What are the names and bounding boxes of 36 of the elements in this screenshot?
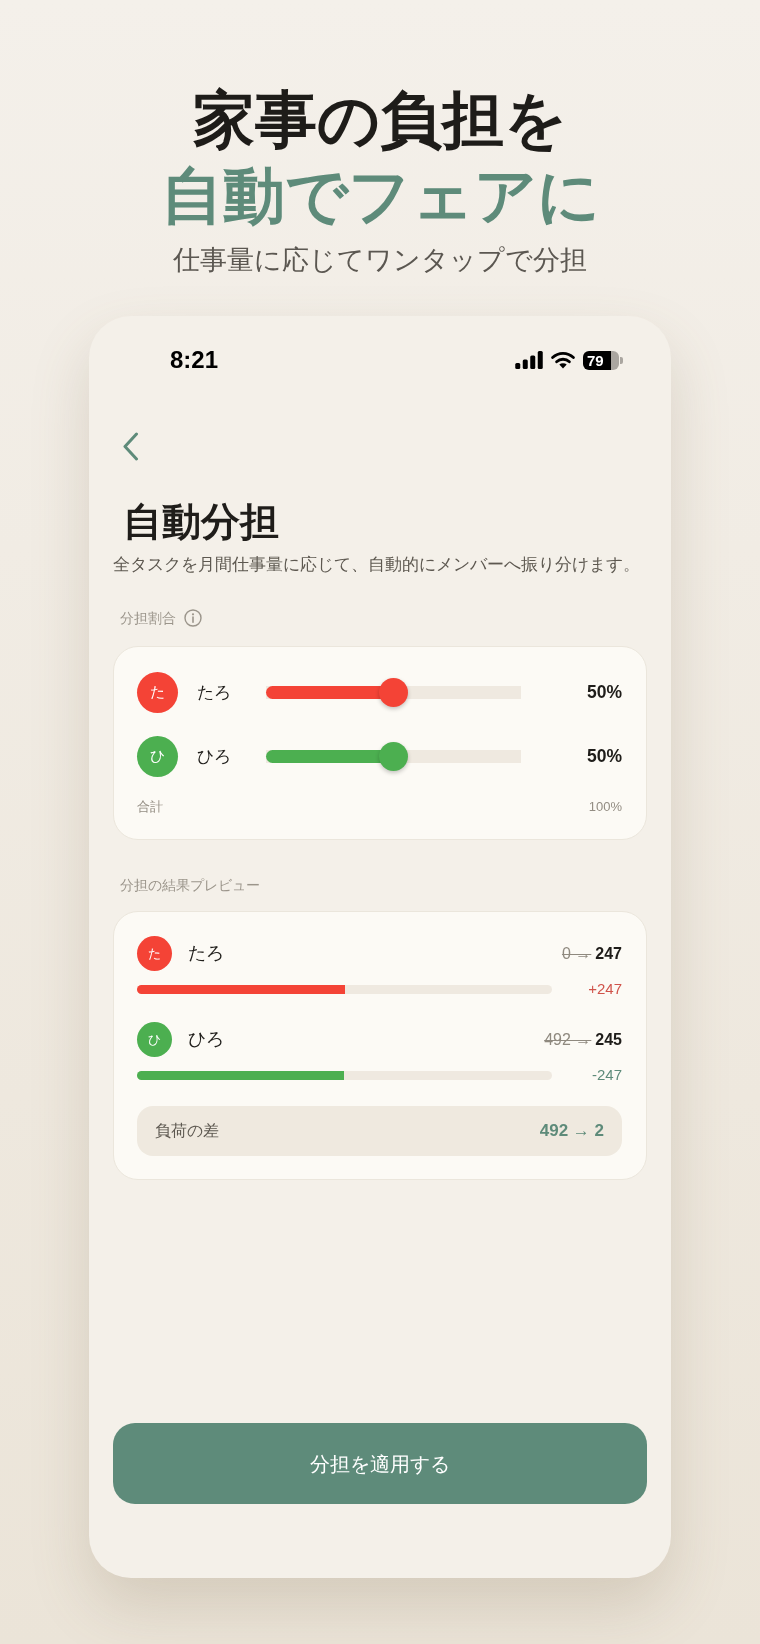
member-name: たろ bbox=[188, 942, 224, 965]
section-label: 分担割合 bbox=[120, 609, 176, 628]
change-value: +247 bbox=[588, 980, 622, 998]
member-avatar: ひ bbox=[137, 736, 178, 777]
member-avatar: た bbox=[137, 672, 178, 713]
section-label: 分担の結果プレビュー bbox=[120, 876, 260, 895]
member-name: ひろ bbox=[197, 745, 232, 768]
subtitle-text: 仕事量に応じてワンタップで分担 bbox=[173, 244, 587, 277]
new-value: 245 bbox=[595, 1029, 622, 1050]
battery-indicator: 79 bbox=[583, 350, 623, 370]
headline-text: 家事の負担を bbox=[193, 84, 567, 156]
previous-value: 0 → bbox=[561, 943, 592, 964]
signal-icon bbox=[515, 351, 543, 369]
back-icon[interactable] bbox=[122, 432, 139, 461]
slider-thumb[interactable] bbox=[379, 742, 408, 771]
info-icon[interactable] bbox=[184, 609, 202, 627]
slider-thumb[interactable] bbox=[379, 678, 408, 707]
apply-button[interactable]: 分担を適用する bbox=[113, 1423, 647, 1504]
difference-label: 負荷の差 bbox=[155, 1121, 219, 1142]
change-value: -247 bbox=[591, 1066, 622, 1084]
member-name: ひろ bbox=[188, 1028, 224, 1051]
previous-value: 492 → bbox=[544, 1029, 592, 1050]
headline-text: 自動でフェアに bbox=[160, 160, 600, 232]
total-label: 合計 bbox=[137, 798, 163, 816]
status-time: 8:21 bbox=[170, 345, 219, 375]
share-percent: 50% bbox=[586, 681, 622, 705]
description-text: 全タスクを月間仕事量に応じて、自動的にメンバーへ振り分けます。 bbox=[113, 554, 640, 576]
wifi-icon bbox=[551, 351, 575, 369]
difference-value: 492 → 2 bbox=[539, 1120, 604, 1143]
member-name: たろ bbox=[197, 681, 232, 704]
new-value: 247 bbox=[595, 943, 622, 964]
screen-title: 自動分担 bbox=[123, 499, 279, 545]
member-avatar: ひ bbox=[137, 1022, 172, 1057]
share-percent: 50% bbox=[586, 745, 622, 769]
total-value: 100% bbox=[588, 798, 622, 816]
member-avatar: た bbox=[137, 936, 172, 971]
